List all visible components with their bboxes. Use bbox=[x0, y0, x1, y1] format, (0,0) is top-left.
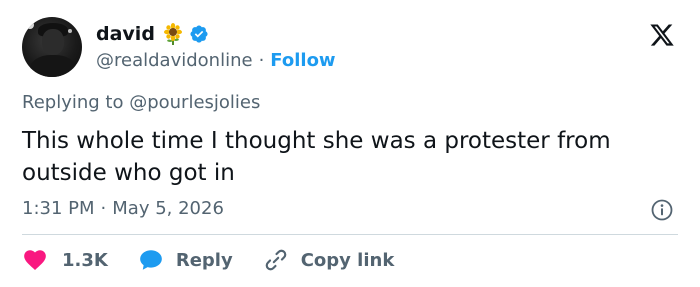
x-logo-icon[interactable] bbox=[649, 22, 675, 48]
avatar[interactable] bbox=[22, 17, 82, 77]
speech-bubble-icon bbox=[140, 250, 162, 270]
reply-label: Reply bbox=[175, 249, 233, 271]
reply-button[interactable]: Reply bbox=[138, 247, 233, 273]
tweet-date[interactable]: May 5, 2026 bbox=[112, 198, 224, 219]
tweet-time[interactable]: 1:31 PM bbox=[22, 198, 95, 219]
author-handle[interactable]: @realdavidonline bbox=[96, 50, 253, 71]
like-count: 1.3K bbox=[62, 249, 108, 271]
heart-icon bbox=[24, 250, 46, 270]
author-name-row: david bbox=[96, 22, 209, 46]
timestamp-separator: · bbox=[100, 198, 107, 219]
replying-to-text[interactable]: Replying to @pourlesjolies bbox=[22, 92, 260, 113]
copy-link-label: Copy link bbox=[300, 249, 395, 271]
author-handle-row: @realdavidonline · Follow bbox=[96, 48, 336, 72]
tweet-text: This whole time I thought she was a prot… bbox=[22, 128, 611, 186]
handle-separator: · bbox=[258, 49, 265, 71]
copy-link-button[interactable]: Copy link bbox=[263, 247, 395, 273]
author-name[interactable]: david bbox=[96, 23, 155, 45]
follow-button[interactable]: Follow bbox=[270, 50, 335, 71]
timestamp-row[interactable]: 1:31 PM · May 5, 2026 bbox=[22, 198, 224, 219]
divider bbox=[22, 234, 678, 235]
like-button[interactable]: 1.3K bbox=[22, 247, 108, 273]
verified-badge-icon[interactable] bbox=[189, 24, 209, 44]
action-bar: 1.3K Reply Copy link bbox=[22, 246, 394, 274]
sunflower-icon bbox=[163, 23, 183, 45]
link-icon bbox=[265, 249, 287, 271]
info-icon[interactable] bbox=[650, 198, 674, 222]
